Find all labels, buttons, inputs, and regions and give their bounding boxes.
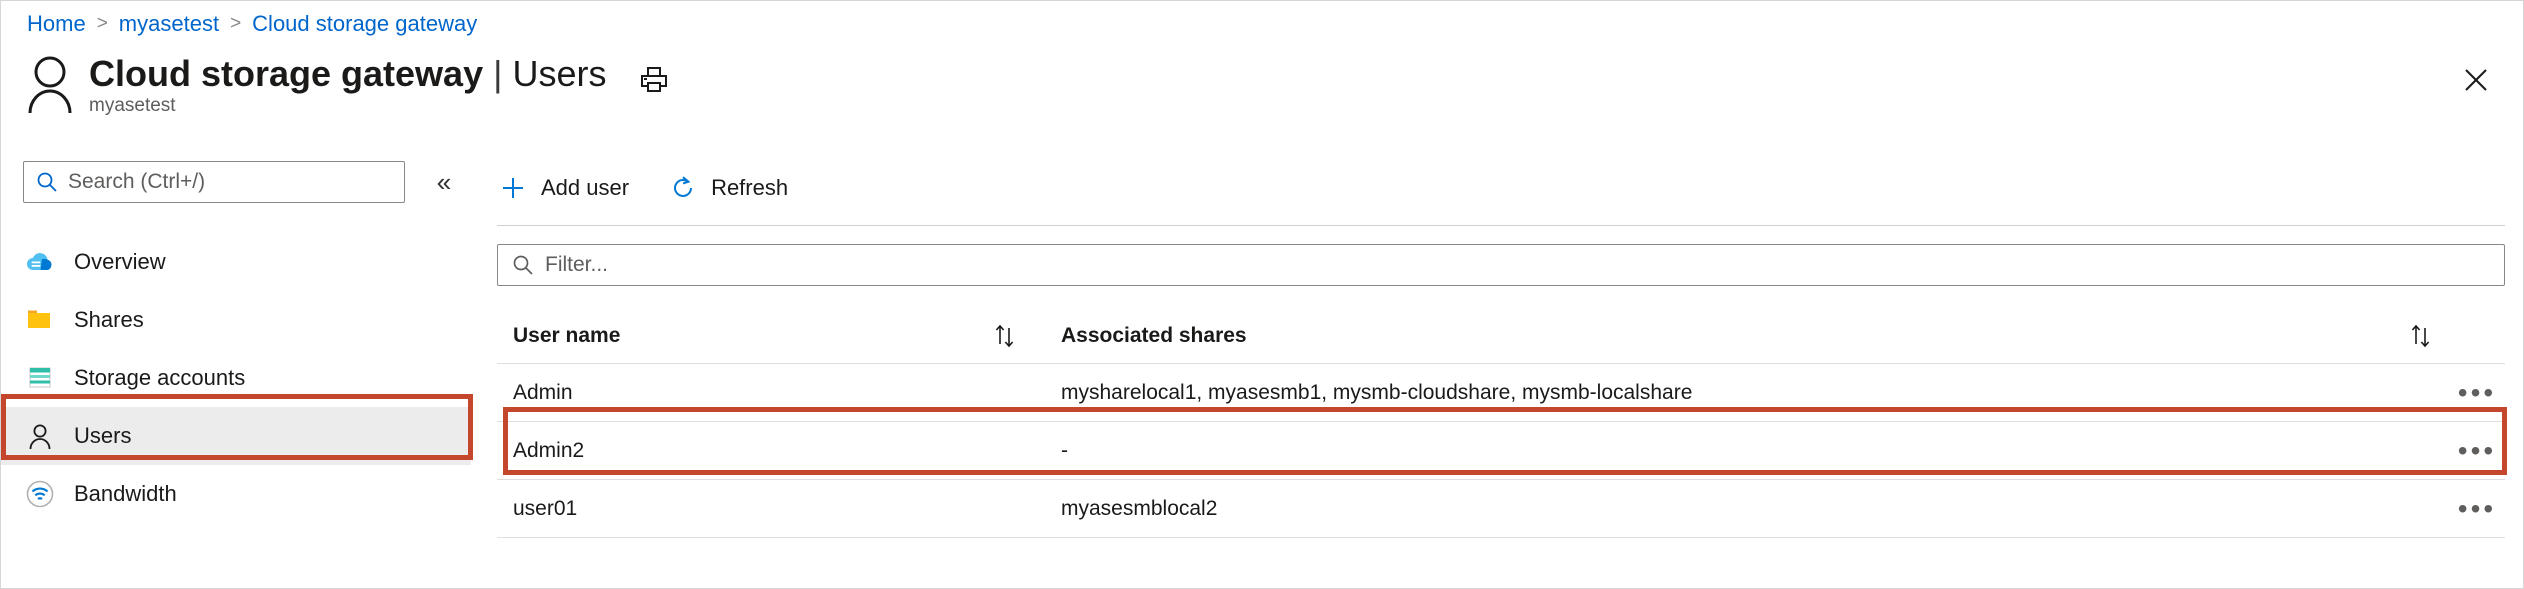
sidebar-item-label: Bandwidth xyxy=(74,481,177,506)
sidebar-item-overview[interactable]: Overview xyxy=(1,233,471,291)
breadcrumb-separator: > xyxy=(96,13,108,34)
cell-user-name: Admin2 xyxy=(513,438,585,462)
sidebar: Search (Ctrl+/) « Overview Shares Storag… xyxy=(1,161,471,523)
refresh-button[interactable]: Refresh xyxy=(667,172,788,204)
more-actions-icon[interactable]: ••• xyxy=(2458,436,2496,465)
storage-account-icon xyxy=(23,361,57,395)
page-title-separator: | xyxy=(493,53,503,94)
table-row[interactable]: Admin2 - ••• xyxy=(497,422,2505,480)
users-table: User name Associated shares Admin myshar… xyxy=(497,308,2505,538)
cell-user-name: user01 xyxy=(513,496,578,520)
folder-icon xyxy=(23,303,57,337)
page-title-resource: Cloud storage gateway xyxy=(89,53,484,94)
refresh-label: Refresh xyxy=(711,175,789,200)
search-icon xyxy=(36,171,58,193)
sidebar-item-shares[interactable]: Shares xyxy=(1,291,471,349)
row-actions-cell: ••• xyxy=(2449,378,2505,407)
search-placeholder: Search (Ctrl+/) xyxy=(68,170,206,193)
azure-portal-blade: Home > myasetest > Cloud storage gateway… xyxy=(0,0,2524,589)
search-input[interactable]: Search (Ctrl+/) xyxy=(23,161,405,203)
person-icon xyxy=(23,53,77,114)
plus-icon xyxy=(497,172,529,204)
cloud-icon xyxy=(23,245,57,279)
row-actions-cell: ••• xyxy=(2449,494,2505,523)
row-actions-cell: ••• xyxy=(2449,436,2505,465)
breadcrumb-item-home[interactable]: Home xyxy=(27,11,86,37)
printer-icon[interactable] xyxy=(636,63,672,97)
sidebar-item-label: Shares xyxy=(74,307,144,332)
sidebar-item-label: Storage accounts xyxy=(74,365,246,390)
cell-associated-shares: - xyxy=(1061,438,1068,462)
sort-updown-icon[interactable] xyxy=(2393,322,2449,350)
search-icon xyxy=(512,254,534,276)
filter-placeholder: Filter... xyxy=(545,253,609,276)
chevron-double-left-icon[interactable]: « xyxy=(427,165,461,199)
more-actions-icon[interactable]: ••• xyxy=(2458,494,2496,523)
bandwidth-icon xyxy=(23,477,57,511)
cell-user-name: Admin xyxy=(513,380,573,404)
sidebar-nav-list: Overview Shares Storage accounts Users B… xyxy=(1,233,471,523)
page-title-section: Users xyxy=(512,53,607,94)
page-title: Cloud storage gateway | Users xyxy=(89,53,606,95)
cell-associated-shares: mysharelocal1, myasesmb1, mysmb-cloudsha… xyxy=(1061,380,1693,404)
page-subtitle: myasetest xyxy=(89,95,176,116)
more-actions-icon[interactable]: ••• xyxy=(2458,378,2496,407)
filter-input[interactable]: Filter... xyxy=(497,244,2505,286)
table-row[interactable]: user01 myasesmblocal2 ••• xyxy=(497,480,2505,538)
sidebar-item-label: Overview xyxy=(74,249,166,274)
sidebar-search-row: Search (Ctrl+/) « xyxy=(1,161,471,203)
close-icon[interactable] xyxy=(2455,59,2497,101)
table-row[interactable]: Admin mysharelocal1, myasesmb1, mysmb-cl… xyxy=(497,364,2505,422)
command-bar: Add user Refresh xyxy=(497,161,2505,215)
column-header-user-name[interactable]: User name xyxy=(497,324,977,348)
blade-header: Cloud storage gateway | Users myasetest xyxy=(23,53,672,117)
command-bar-divider xyxy=(497,225,2505,226)
column-header-associated-shares[interactable]: Associated shares xyxy=(1033,324,2393,348)
add-user-label: Add user xyxy=(541,175,630,200)
breadcrumb: Home > myasetest > Cloud storage gateway xyxy=(27,9,477,39)
sidebar-item-bandwidth[interactable]: Bandwidth xyxy=(1,465,471,523)
breadcrumb-item-cloud-storage-gateway[interactable]: Cloud storage gateway xyxy=(252,11,477,37)
add-user-button[interactable]: Add user xyxy=(497,172,629,204)
refresh-icon xyxy=(667,172,699,204)
person-icon xyxy=(23,419,57,453)
cell-associated-shares: myasesmblocal2 xyxy=(1061,496,1218,520)
breadcrumb-item-myasetest[interactable]: myasetest xyxy=(119,11,219,37)
table-header-row: User name Associated shares xyxy=(497,308,2505,364)
sidebar-item-storage-accounts[interactable]: Storage accounts xyxy=(1,349,471,407)
sort-updown-icon[interactable] xyxy=(977,322,1033,350)
sidebar-item-users[interactable]: Users xyxy=(1,407,471,465)
main-content: Add user Refresh Filter... User name Ass… xyxy=(497,161,2505,538)
breadcrumb-separator: > xyxy=(230,13,242,34)
sidebar-item-label: Users xyxy=(74,423,132,448)
